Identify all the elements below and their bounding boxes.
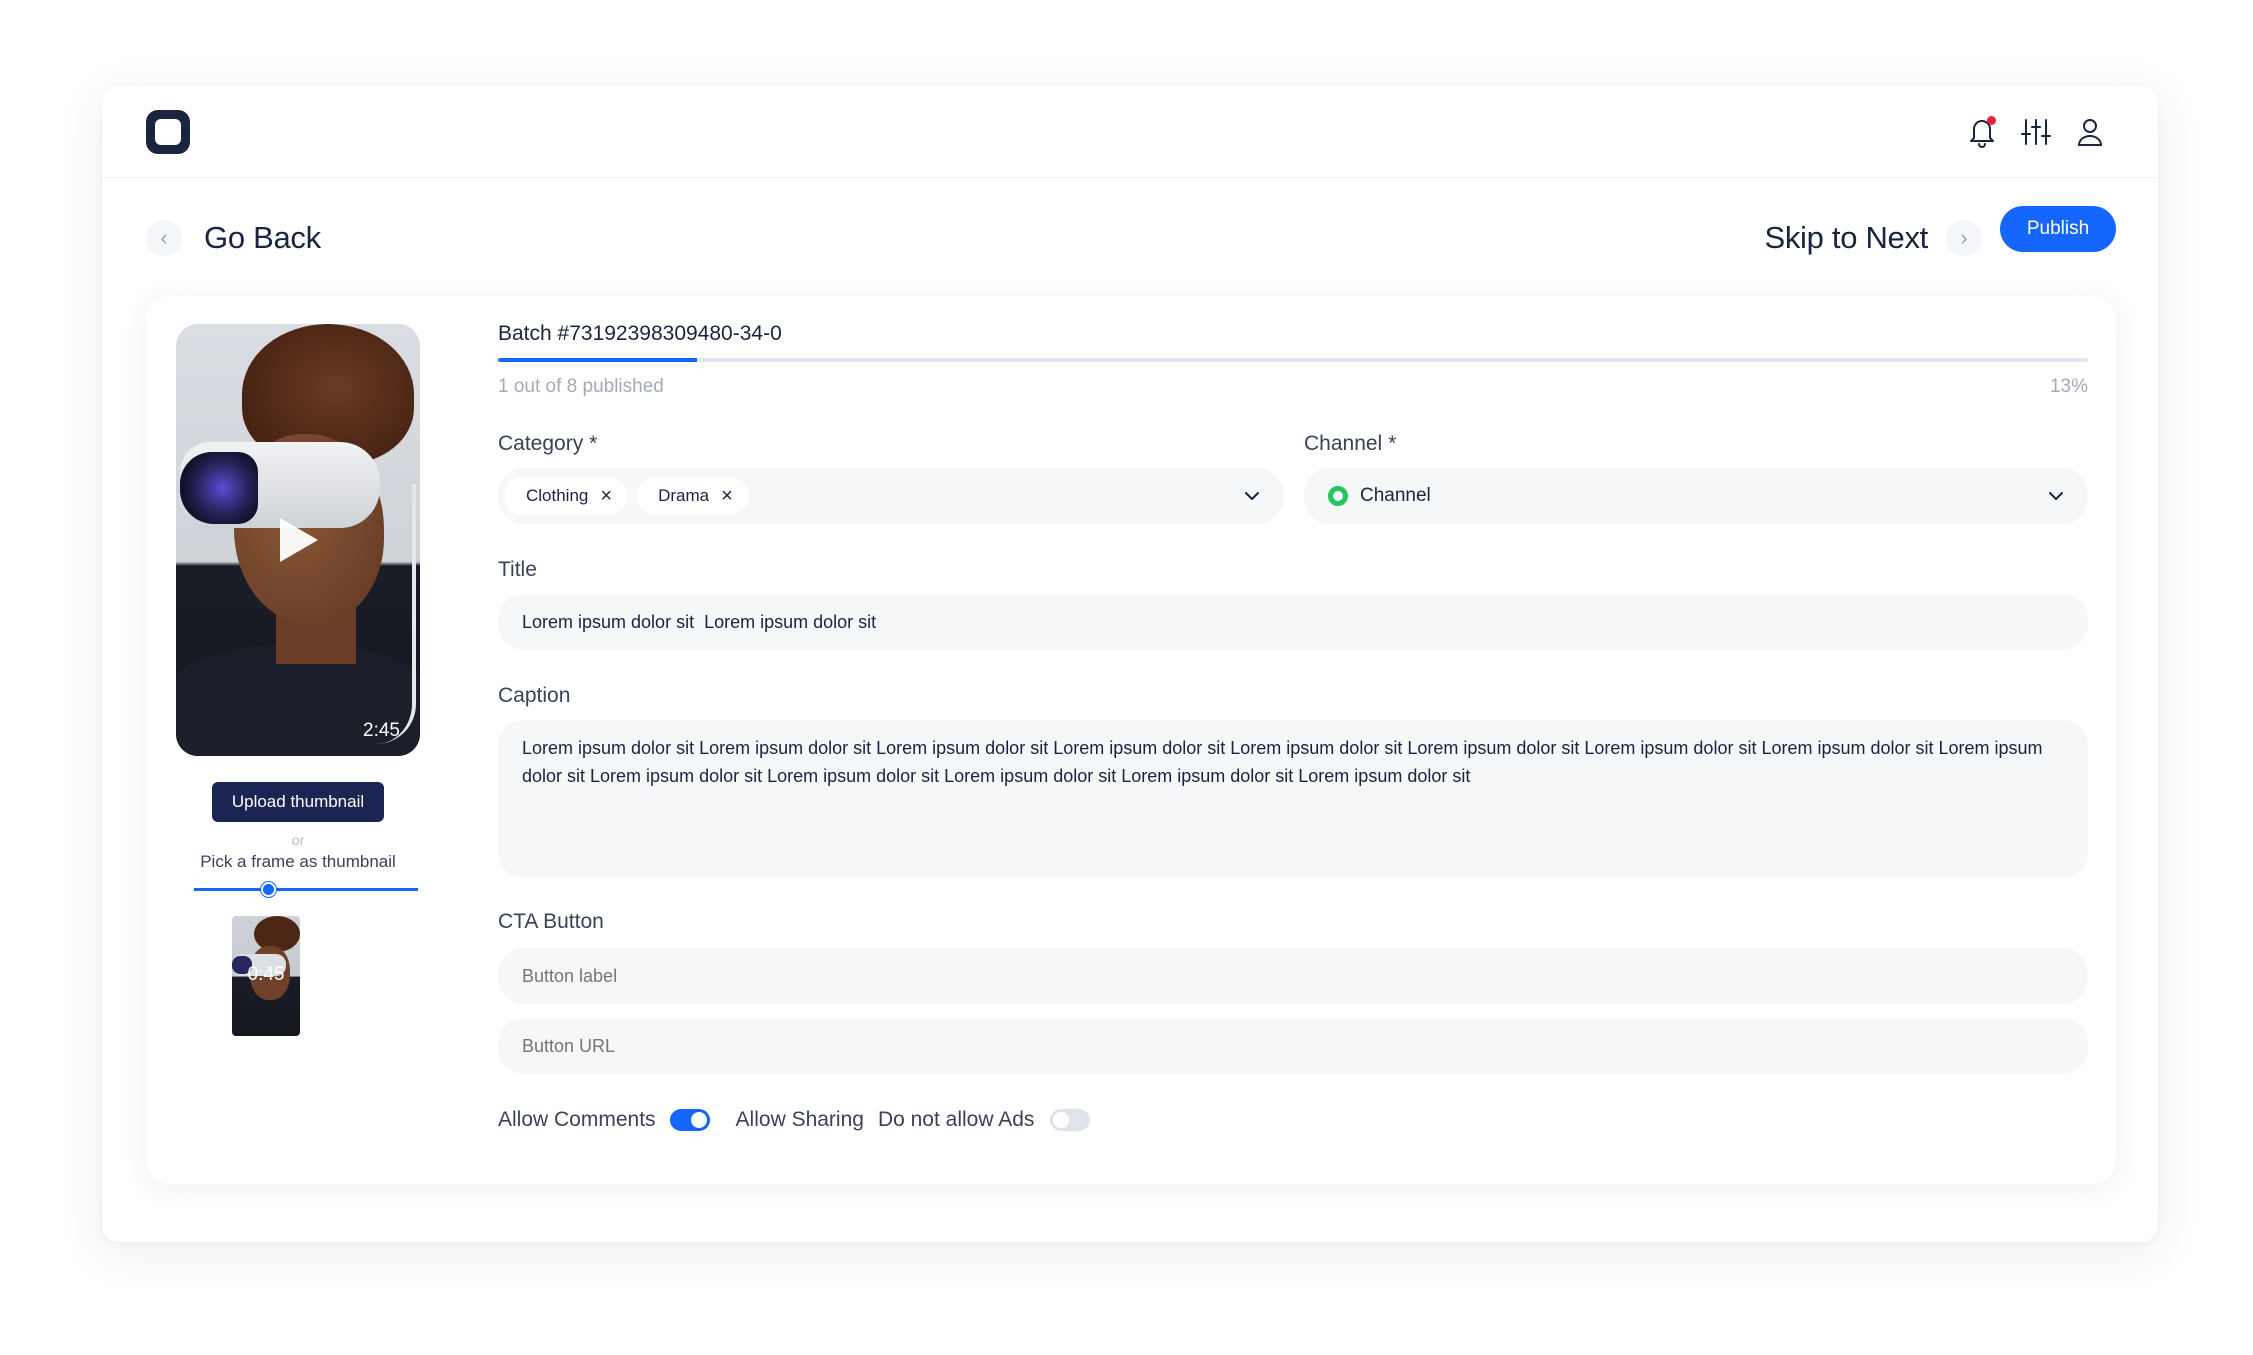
batch-progress-fill [498, 358, 697, 362]
chevron-right-icon: › [1946, 220, 1982, 256]
frame-time: 0:45 [247, 964, 285, 985]
video-preview[interactable]: 2:45 [176, 324, 420, 756]
cta-label: CTA Button [498, 910, 604, 933]
chevron-down-icon [1245, 492, 1259, 500]
go-back-label: Go Back [204, 220, 321, 255]
title-label: Title [498, 558, 537, 581]
or-divider-text: or [291, 832, 305, 848]
channel-label: Channel * [1304, 432, 1397, 455]
channel-status-icon [1328, 486, 1348, 506]
button-label-input[interactable] [498, 948, 2088, 1004]
category-select[interactable]: Clothing × Drama × [498, 468, 1284, 524]
pick-frame-label: Pick a frame as thumbnail [200, 852, 396, 871]
go-back-button[interactable]: ‹ Go Back [146, 220, 321, 256]
bell-icon[interactable] [1966, 114, 1998, 150]
channel-value: Channel [1360, 485, 1431, 506]
remove-chip-icon[interactable]: × [600, 486, 612, 506]
title-input[interactable] [498, 594, 2088, 650]
publish-button[interactable]: Publish [2000, 206, 2116, 252]
progress-percent: 13% [2049, 376, 2088, 397]
no-ads-toggle[interactable] [1050, 1109, 1091, 1131]
allow-comments-toggle[interactable] [669, 1109, 710, 1131]
app-window: ‹ Go Back Skip to Next › Publish 2:45 Up… [102, 86, 2158, 1242]
chevron-left-icon: ‹ [146, 220, 182, 256]
caption-textarea[interactable]: Lorem ipsum dolor sit Lorem ipsum dolor … [498, 720, 2088, 878]
frame-slider[interactable] [194, 882, 418, 898]
batch-title: Batch #73192398309480-34-0 [498, 322, 782, 345]
frame-slider-handle[interactable] [261, 882, 276, 897]
allow-sharing-label[interactable]: Allow Sharing [736, 1108, 864, 1132]
play-icon[interactable] [280, 518, 318, 562]
channel-select[interactable]: Channel [1304, 468, 2088, 524]
frame-thumbnail[interactable]: 0:45 [232, 916, 300, 1036]
user-icon[interactable] [2074, 114, 2106, 150]
toggles-row: Allow Comments Allow Sharing Do not allo… [498, 1108, 1091, 1132]
category-chip: Clothing × [504, 477, 629, 515]
allow-comments-label: Allow Comments [498, 1108, 656, 1131]
button-url-input[interactable] [498, 1018, 2088, 1074]
top-icons [1966, 114, 2106, 150]
no-ads-label: Do not allow Ads [877, 1108, 1035, 1131]
editor-card: 2:45 Upload thumbnail or Pick a frame as… [146, 296, 2116, 1184]
chevron-down-icon [2049, 492, 2063, 500]
top-bar [102, 86, 2158, 178]
skip-next-label: Skip to Next [1764, 220, 1928, 255]
notification-dot [1987, 116, 1996, 125]
skip-next-button[interactable]: Skip to Next › [1764, 220, 1982, 256]
progress-text: 1 out of 8 published [498, 376, 664, 397]
nav-row: ‹ Go Back Skip to Next › Publish [102, 206, 2158, 280]
frame-slider-track [194, 888, 418, 891]
sliders-icon[interactable] [2020, 114, 2052, 150]
category-chip: Drama × [636, 477, 749, 515]
category-label: Category * [498, 432, 598, 455]
caption-label: Caption [498, 684, 571, 707]
upload-thumbnail-button[interactable]: Upload thumbnail [212, 782, 384, 822]
remove-chip-icon[interactable]: × [721, 486, 733, 506]
logo-icon[interactable] [146, 110, 190, 154]
video-duration: 2:45 [363, 720, 400, 741]
batch-progress-bar [498, 358, 2088, 362]
